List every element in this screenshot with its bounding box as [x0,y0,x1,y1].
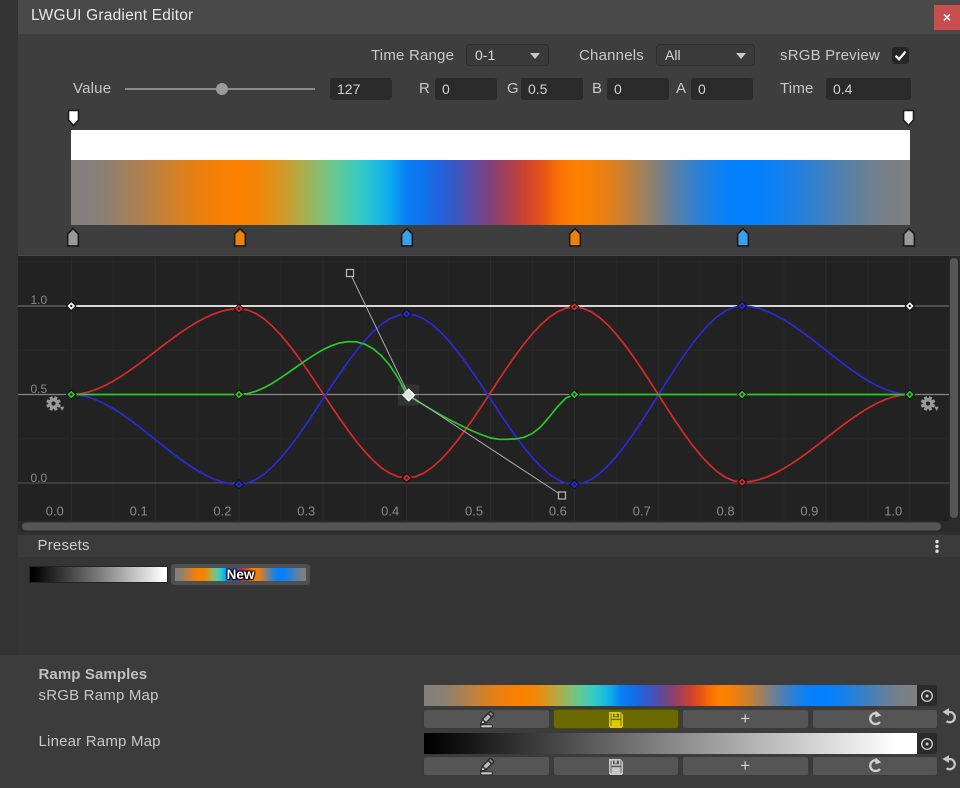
svg-text:1.0: 1.0 [884,504,902,519]
svg-text:0.3: 0.3 [297,504,315,519]
svg-text:0.2: 0.2 [213,504,231,519]
svg-text:0.1: 0.1 [130,504,148,519]
svg-text:0.4: 0.4 [381,504,399,519]
svg-text:0.9: 0.9 [800,504,818,519]
svg-text:0.0: 0.0 [31,471,48,485]
svg-text:0.5: 0.5 [31,382,48,396]
svg-text:0.7: 0.7 [633,504,651,519]
svg-text:0.8: 0.8 [717,504,735,519]
svg-text:1.0: 1.0 [31,293,48,307]
svg-text:0.0: 0.0 [46,504,64,519]
svg-text:0.6: 0.6 [549,504,567,519]
svg-text:0.5: 0.5 [465,504,483,519]
